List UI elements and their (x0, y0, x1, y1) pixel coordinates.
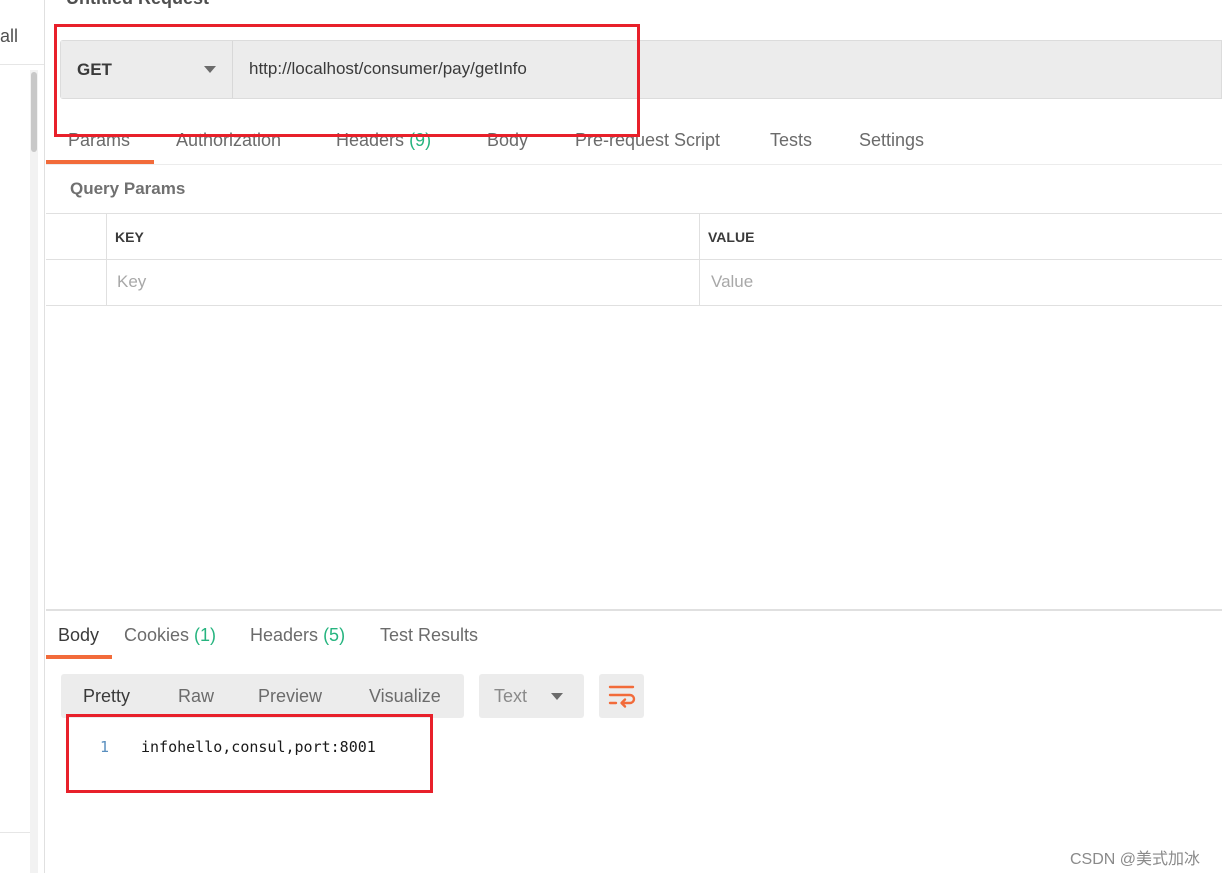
query-params-title: Query Params (70, 179, 186, 198)
sidebar-divider (0, 832, 30, 833)
wrap-lines-button[interactable] (599, 674, 644, 718)
view-raw-button[interactable]: Raw (178, 686, 214, 707)
table-column-divider (699, 213, 700, 305)
response-tab-headers[interactable]: Headers (5) (250, 625, 345, 646)
tab-tests[interactable]: Tests (770, 130, 812, 151)
column-header-value: VALUE (708, 229, 755, 245)
view-visualize-button[interactable]: Visualize (369, 686, 441, 707)
param-value-input[interactable]: Value (711, 272, 753, 292)
sidebar-scrollbar-thumb[interactable] (31, 72, 37, 152)
watermark: CSDN @美式加冰 (1070, 851, 1201, 868)
table-border (46, 259, 1222, 260)
request-title: Untitled Request (66, 0, 209, 9)
chevron-down-icon[interactable] (551, 693, 563, 700)
sidebar-divider (0, 64, 44, 65)
active-tab-indicator (46, 655, 112, 659)
sidebar-item-label[interactable]: all (0, 26, 18, 47)
column-header-key: KEY (115, 229, 144, 245)
highlight-box (54, 24, 640, 137)
highlight-box (66, 714, 433, 793)
table-border (46, 213, 1222, 214)
response-tab-body[interactable]: Body (58, 625, 99, 646)
response-headers-count: (5) (323, 625, 346, 645)
view-pretty-button[interactable]: Pretty (83, 686, 130, 707)
panel-resize-handle[interactable] (46, 609, 1222, 611)
sidebar (0, 0, 45, 873)
tabs-divider (46, 164, 1222, 165)
response-tab-cookies[interactable]: Cookies (1) (124, 625, 216, 646)
cookies-count: (1) (194, 625, 217, 645)
response-tab-test-results[interactable]: Test Results (380, 625, 478, 646)
table-border (46, 305, 1222, 306)
wrap-lines-icon (608, 685, 636, 708)
param-key-input[interactable]: Key (117, 272, 146, 292)
sidebar-scrollbar[interactable] (30, 70, 38, 873)
table-column-divider (106, 213, 107, 305)
view-preview-button[interactable]: Preview (258, 686, 322, 707)
tab-settings[interactable]: Settings (859, 130, 924, 151)
format-label[interactable]: Text (494, 686, 527, 707)
